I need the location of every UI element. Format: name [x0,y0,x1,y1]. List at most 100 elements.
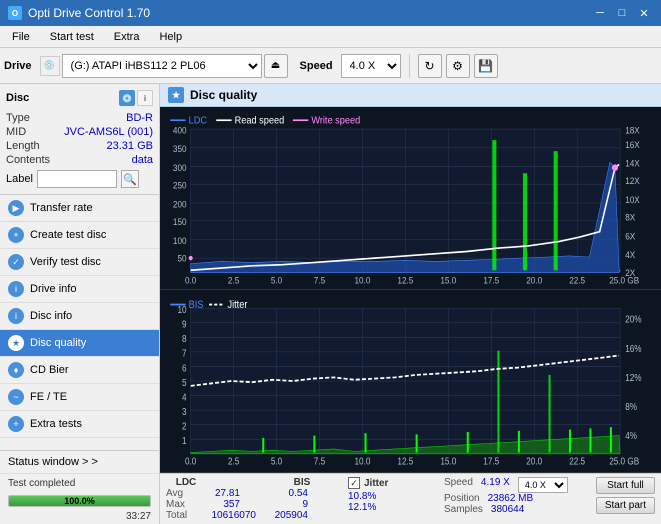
fe-te-icon: ~ [8,389,24,405]
disc-quality-header: ★ Disc quality [160,84,661,107]
svg-text:300: 300 [173,163,187,173]
disc-contents-value: data [132,154,153,166]
svg-text:20.0: 20.0 [526,275,542,285]
disc-quality-header-icon: ★ [168,87,184,103]
disc-label-row: Label 🔍 [6,170,153,188]
close-button[interactable]: ✕ [635,4,653,22]
disc-info-nav-icon: i [8,308,24,324]
transfer-rate-label: Transfer rate [30,202,93,214]
app-title: Opti Drive Control 1.70 [28,6,150,20]
svg-text:12.5: 12.5 [397,456,413,467]
drive-dropdown[interactable]: (G:) ATAPI iHBS112 2 PL06 [62,54,262,78]
svg-text:100: 100 [173,235,187,245]
svg-text:2.5: 2.5 [228,275,240,285]
svg-text:50: 50 [177,253,186,263]
disc-mid-row: MID JVC-AMS6L (001) [6,126,153,138]
svg-text:5.0: 5.0 [271,275,283,285]
svg-text:10.0: 10.0 [354,456,370,467]
status-window-button[interactable]: Status window > > [0,451,159,474]
sidebar-item-extra-tests[interactable]: + Extra tests [0,411,159,438]
sidebar-item-fe-te[interactable]: ~ FE / TE [0,384,159,411]
eject-button[interactable]: ⏏ [264,54,288,78]
svg-text:10.0: 10.0 [354,275,370,285]
disc-contents-row: Contents data [6,154,153,166]
samples-value: 380644 [491,504,524,515]
start-part-button[interactable]: Start part [596,497,655,514]
svg-text:16%: 16% [625,343,641,354]
svg-text:25.0 GB: 25.0 GB [609,275,639,285]
svg-text:7.5: 7.5 [314,456,325,467]
svg-text:16X: 16X [625,140,640,150]
jitter-max: 12.1% [348,502,428,513]
sidebar-item-cd-bier[interactable]: ♦ CD Bier [0,357,159,384]
save-button[interactable]: 💾 [474,54,498,78]
speed-dropdown[interactable]: 4.0 X [341,54,401,78]
fe-te-label: FE / TE [30,391,67,403]
toolbar-separator [409,54,410,78]
svg-text:1: 1 [182,435,187,446]
menu-start-test[interactable]: Start test [42,29,102,45]
disc-length-row: Length 23.31 GB [6,140,153,152]
progress-bar-container: 100.0% [8,495,151,507]
svg-text:7: 7 [182,348,187,359]
extra-tests-icon: + [8,416,24,432]
svg-text:22.5: 22.5 [569,275,585,285]
progress-percentage: 100.0% [9,496,150,506]
sidebar-item-verify-test-disc[interactable]: ✓ Verify test disc [0,249,159,276]
bis-chart-svg: BIS Jitter [160,290,661,472]
jitter-checkbox[interactable]: ✓ [348,477,360,489]
svg-text:15.0: 15.0 [440,275,456,285]
bis-chart: BIS Jitter [160,290,661,473]
menu-file[interactable]: File [4,29,38,45]
disc-mid-value: JVC-AMS6L (001) [64,126,153,138]
menu-bar: File Start test Extra Help [0,26,661,48]
disc-info-panel: Disc 💿 i Type BD-R MID JVC-AMS6L (001) L… [0,84,159,195]
drive-icon: 💿 [40,56,60,76]
svg-text:6X: 6X [625,231,635,241]
svg-text:Read speed: Read speed [235,115,285,126]
disc-mid-label: MID [6,126,26,138]
minimize-button[interactable]: ─ [591,4,609,22]
settings-button[interactable]: ⚙ [446,54,470,78]
transfer-rate-icon: ▶ [8,200,24,216]
start-full-button[interactable]: Start full [596,477,655,494]
speed-stat-value: 4.19 X [481,477,510,493]
nav-items: ▶ Transfer rate + Create test disc ✓ Ver… [0,195,159,450]
app-icon: O [8,6,22,20]
disc-quality-label: Disc quality [30,337,86,349]
menu-help[interactable]: Help [151,29,190,45]
disc-contents-label: Contents [6,154,50,166]
sidebar-item-create-test-disc[interactable]: + Create test disc [0,222,159,249]
svg-text:20.0: 20.0 [526,456,542,467]
position-value: 23862 MB [488,493,534,504]
refresh-button[interactable]: ↻ [418,54,442,78]
total-label-ldc: Total [166,510,196,521]
svg-text:2.5: 2.5 [228,456,239,467]
ldc-chart: LDC Read speed Write speed [160,107,661,290]
cd-bier-icon: ♦ [8,362,24,378]
disc-type-label: Type [6,112,30,124]
svg-text:7.5: 7.5 [314,275,326,285]
svg-text:400: 400 [173,125,187,135]
sidebar-item-disc-quality[interactable]: ★ Disc quality [0,330,159,357]
disc-panel-title: Disc [6,92,29,104]
ldc-chart-svg: LDC Read speed Write speed [160,107,661,289]
svg-text:LDC: LDC [189,115,207,126]
svg-text:150: 150 [173,217,187,227]
ldc-total-value: 10616070 [200,510,256,521]
extra-tests-label: Extra tests [30,418,82,430]
maximize-button[interactable]: □ [613,4,631,22]
sidebar-item-disc-info[interactable]: i Disc info [0,303,159,330]
cd-bier-label: CD Bier [30,364,69,376]
verify-test-disc-label: Verify test disc [30,256,101,268]
status-window-label: Status window > > [8,456,98,468]
speed-label: Speed [300,60,333,72]
disc-label-button[interactable]: 🔍 [121,170,139,188]
speed-stat-dropdown[interactable]: 4.0 X [518,477,568,493]
status-area: Status window > > Test completed 100.0% … [0,450,159,524]
menu-extra[interactable]: Extra [106,29,148,45]
disc-label-input[interactable] [37,170,117,188]
sidebar-item-transfer-rate[interactable]: ▶ Transfer rate [0,195,159,222]
disc-info-button[interactable]: i [137,90,153,106]
sidebar-item-drive-info[interactable]: i Drive info [0,276,159,303]
